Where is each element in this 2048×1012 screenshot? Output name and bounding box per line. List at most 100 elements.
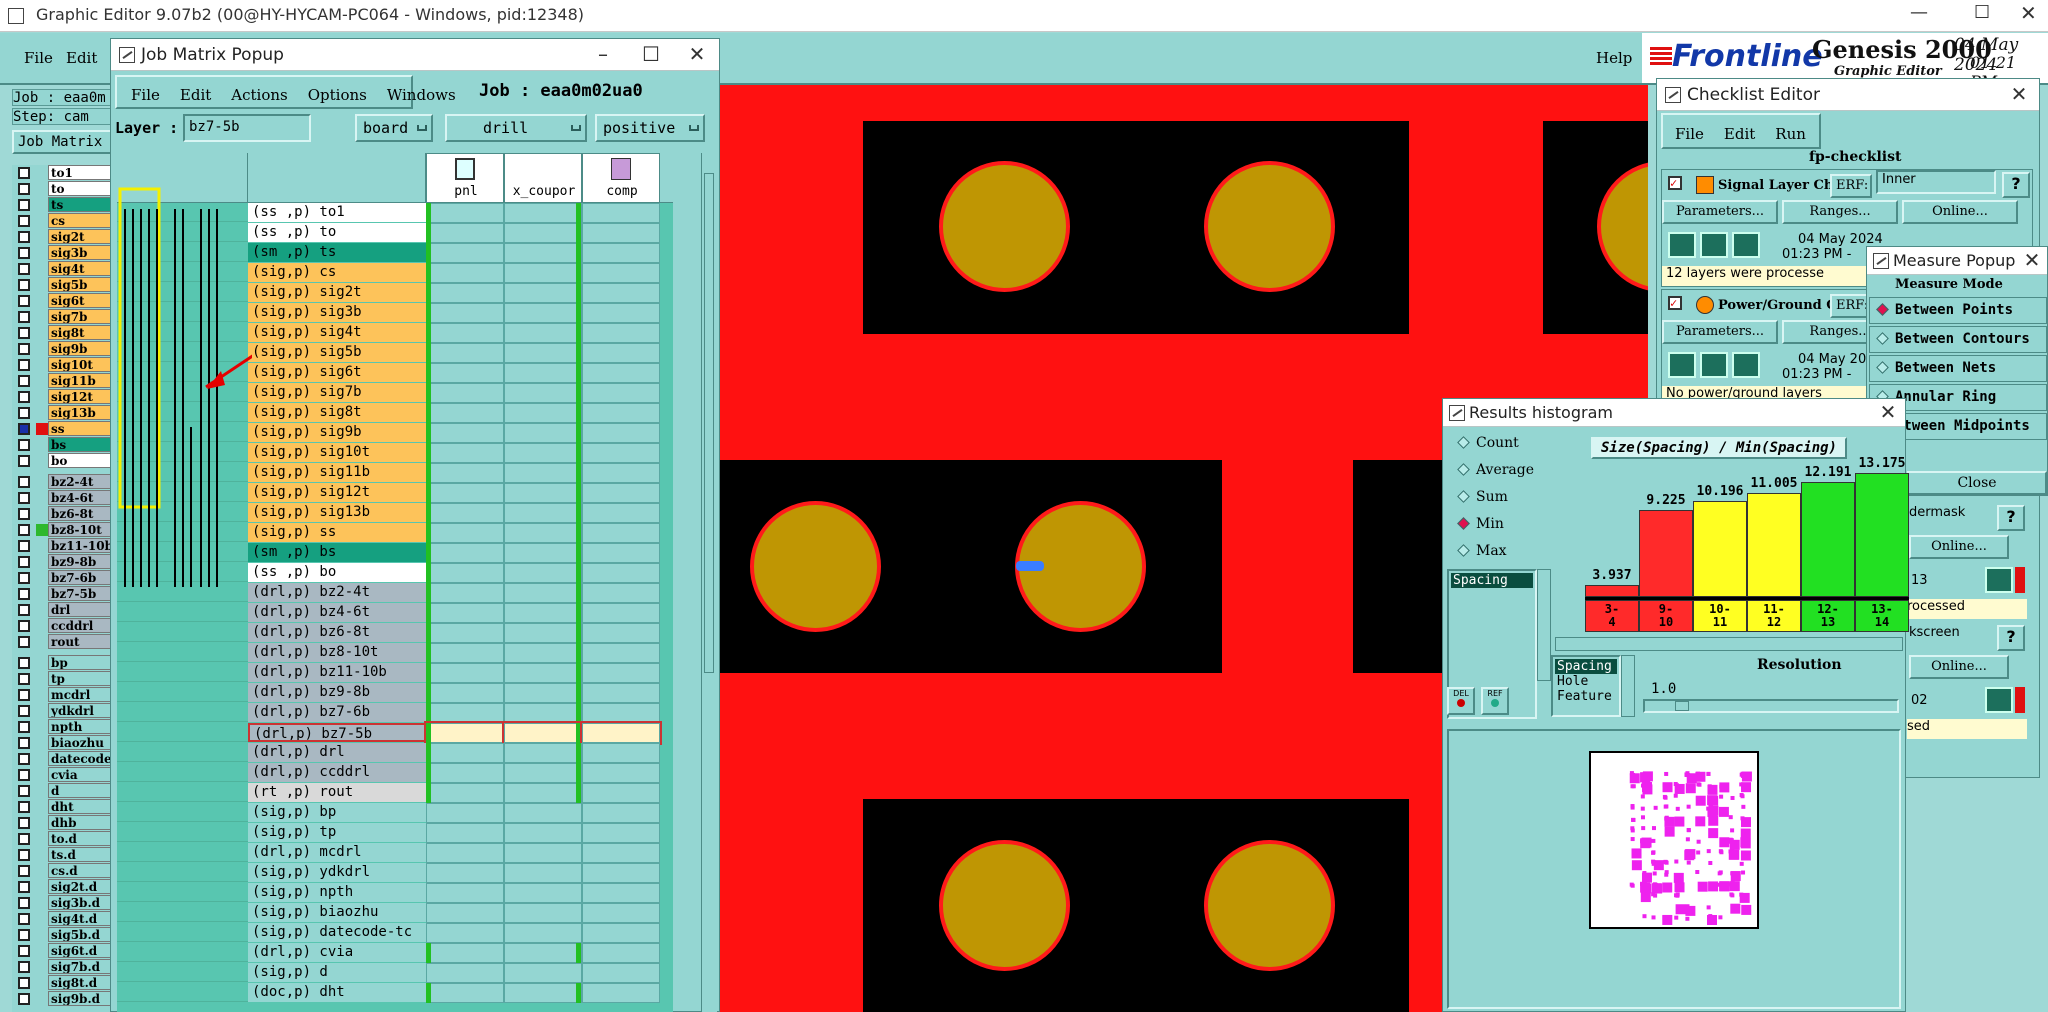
layer-list-item[interactable]: bz6-8t: [12, 506, 112, 522]
matrix-cell[interactable]: [502, 721, 584, 745]
matrix-cell[interactable]: [504, 943, 582, 963]
matrix-cell[interactable]: [426, 763, 504, 783]
erf-button[interactable]: ERF:: [1830, 174, 1872, 198]
scroll-thumb[interactable]: [704, 173, 714, 673]
layer-list-item[interactable]: dhb: [12, 815, 112, 831]
matrix-row-name[interactable]: (sig,p) bp: [248, 803, 426, 822]
cl-menu-file[interactable]: File: [1675, 125, 1704, 143]
layer-list-item[interactable]: bz7-6b: [12, 570, 112, 586]
matrix-row-name[interactable]: (rt ,p) rout: [248, 783, 426, 802]
matrix-cell[interactable]: [504, 963, 582, 983]
layer-checkbox[interactable]: [18, 311, 30, 323]
matrix-cell[interactable]: [582, 323, 660, 343]
layer-checkbox[interactable]: [18, 689, 30, 701]
matrix-cell[interactable]: [504, 703, 582, 723]
layer-list-item[interactable]: to.d: [12, 831, 112, 847]
res-list-scrollbar[interactable]: [1621, 655, 1635, 717]
matrix-cell[interactable]: [504, 563, 582, 583]
layer-checkbox[interactable]: [18, 423, 30, 435]
matrix-cell[interactable]: [504, 883, 582, 903]
matrix-cell[interactable]: [426, 463, 504, 483]
minimize-icon[interactable]: —: [1910, 2, 1928, 23]
matrix-row-name[interactable]: (sig,p) sig6t: [248, 363, 426, 382]
layer-checkbox[interactable]: [18, 881, 30, 893]
stat-option[interactable]: Average: [1453, 458, 1549, 482]
close-icon[interactable]: ✕: [675, 39, 719, 71]
help-button[interactable]: ?: [2002, 172, 2030, 198]
matrix-cell[interactable]: [504, 663, 582, 683]
matrix-row-name[interactable]: (drl,p) bz7-5b: [248, 723, 426, 742]
layer-list-item[interactable]: ts: [12, 197, 112, 213]
matrix-cell[interactable]: [426, 603, 504, 623]
matrix-cell[interactable]: [426, 643, 504, 663]
layer-checkbox[interactable]: [18, 455, 30, 467]
result-type-item[interactable]: Spacing: [1451, 573, 1533, 588]
close-icon[interactable]: ✕: [2020, 1, 2037, 25]
matrix-row-name[interactable]: (sig,p) npth: [248, 883, 426, 902]
matrix-cell[interactable]: [582, 823, 660, 843]
stat-option[interactable]: Max: [1453, 539, 1549, 563]
layer-checkbox[interactable]: [18, 540, 30, 552]
matrix-row-name[interactable]: (ss ,p) bo: [248, 563, 426, 582]
matrix-row-name[interactable]: (drl,p) bz4-6t: [248, 603, 426, 622]
layer-list-item[interactable]: to: [12, 181, 112, 197]
matrix-cell[interactable]: [582, 283, 660, 303]
matrix-cell[interactable]: [504, 463, 582, 483]
histogram-bar[interactable]: [1639, 510, 1693, 597]
matrix-row-name[interactable]: (sig,p) sig10t: [248, 443, 426, 462]
layer-checkbox[interactable]: [18, 588, 30, 600]
layer-checkbox[interactable]: [18, 977, 30, 989]
matrix-cell[interactable]: [582, 303, 660, 323]
matrix-row-name[interactable]: (sig,p) sig3b: [248, 303, 426, 322]
jm-menu-options[interactable]: Options: [308, 86, 367, 104]
matrix-cell[interactable]: [504, 483, 582, 503]
matrix-row-name[interactable]: (drl,p) mcdrl: [248, 843, 426, 862]
matrix-row-name[interactable]: (sm ,p) bs: [248, 543, 426, 562]
histogram-bar[interactable]: [1693, 501, 1747, 597]
layer-checkbox[interactable]: [18, 247, 30, 259]
layer-list-item[interactable]: npth: [12, 719, 112, 735]
matrix-cell[interactable]: [582, 983, 660, 1003]
stat-option[interactable]: Sum: [1453, 485, 1549, 509]
matrix-row-name[interactable]: (ss ,p) to: [248, 223, 426, 242]
layer-list-item[interactable]: bp: [12, 655, 112, 671]
matrix-cell[interactable]: [582, 423, 660, 443]
layer-list-item[interactable]: sig9b: [12, 341, 112, 357]
layer-checkbox[interactable]: [18, 737, 30, 749]
matrix-row-name[interactable]: (sig,p) sig13b: [248, 503, 426, 522]
matrix-cell[interactable]: [504, 383, 582, 403]
layer-checkbox[interactable]: [18, 897, 30, 909]
matrix-cell[interactable]: [426, 783, 504, 803]
layer-list-item[interactable]: sig2t.d: [12, 879, 112, 895]
layer-list-item[interactable]: dht: [12, 799, 112, 815]
matrix-cell[interactable]: [426, 503, 504, 523]
matrix-cell[interactable]: [504, 803, 582, 823]
layer-list-item[interactable]: bz11-10b: [12, 538, 112, 554]
slider-thumb[interactable]: [1675, 701, 1689, 711]
matrix-cell[interactable]: [582, 483, 660, 503]
matrix-cell[interactable]: [426, 963, 504, 983]
layer-checkbox[interactable]: [18, 769, 30, 781]
matrix-cell[interactable]: [582, 903, 660, 923]
matrix-cell[interactable]: [504, 823, 582, 843]
res-type-spacing[interactable]: Spacing: [1555, 659, 1617, 674]
matrix-cell[interactable]: [504, 443, 582, 463]
maximize-icon[interactable]: ☐: [629, 39, 673, 71]
matrix-row-name[interactable]: (sig,p) sig5b: [248, 343, 426, 362]
matrix-row-name[interactable]: (drl,p) cvia: [248, 943, 426, 962]
matrix-cell[interactable]: [582, 343, 660, 363]
matrix-cell[interactable]: [504, 423, 582, 443]
jm-menu-actions[interactable]: Actions: [231, 86, 287, 104]
layer-list-item[interactable]: sig5b: [12, 277, 112, 293]
matrix-row-name[interactable]: (drl,p) bz7-6b: [248, 703, 426, 722]
matrix-row-name[interactable]: (sm ,p) ts: [248, 243, 426, 262]
layer-checkbox[interactable]: [18, 657, 30, 669]
matrix-cell[interactable]: [426, 543, 504, 563]
layer-list-item[interactable]: cvia: [12, 767, 112, 783]
matrix-cell[interactable]: [582, 363, 660, 383]
run-icon[interactable]: [1668, 232, 1696, 258]
layer-checkbox[interactable]: [18, 849, 30, 861]
layer-checkbox[interactable]: [18, 620, 30, 632]
matrix-cell[interactable]: [504, 763, 582, 783]
matrix-cell[interactable]: [504, 983, 582, 1003]
